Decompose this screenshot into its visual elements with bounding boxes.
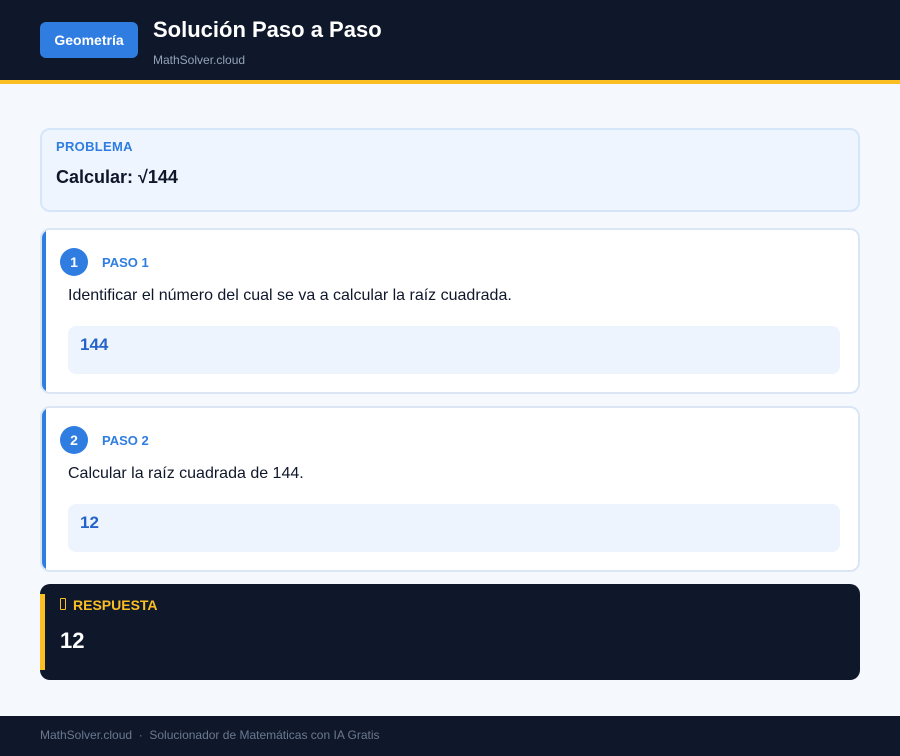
step-number-badge: 2: [60, 426, 88, 454]
step-description: Calcular la raíz cuadrada de 144.: [68, 465, 304, 482]
problem-card: PROBLEMA Calcular: √144: [40, 128, 860, 212]
answer-card: RESPUESTA 12: [40, 584, 860, 680]
step-result-box: 12: [68, 504, 840, 552]
problem-text: Calcular: √144: [56, 167, 178, 187]
category-badge[interactable]: Geometría: [40, 22, 138, 58]
step-label: PASO 1: [102, 255, 149, 270]
step-result-value: 12: [80, 513, 99, 532]
step-label: PASO 2: [102, 433, 149, 448]
step-result-value: 144: [80, 335, 109, 354]
page-title: Solución Paso a Paso: [153, 17, 382, 42]
site-name: MathSolver.cloud: [153, 53, 246, 67]
answer-label: RESPUESTA: [73, 597, 158, 613]
step-result-box: 144: [68, 326, 840, 374]
problem-label: PROBLEMA: [56, 139, 133, 154]
lightbulb-icon: [60, 598, 66, 610]
answer-value: 12: [60, 628, 85, 653]
step-number-badge: 1: [60, 248, 88, 276]
page-header: Geometría Solución Paso a Paso MathSolve…: [0, 0, 900, 80]
page-footer: MathSolver.cloud · Solucionador de Matem…: [0, 716, 900, 756]
footer-text: MathSolver.cloud · Solucionador de Matem…: [40, 728, 380, 742]
step-description: Identificar el número del cual se va a c…: [68, 287, 512, 304]
step-card: 1 PASO 1 Identificar el número del cual …: [40, 228, 860, 394]
step-card: 2 PASO 2 Calcular la raíz cuadrada de 14…: [40, 406, 860, 572]
header-accent-bar: [0, 80, 900, 84]
